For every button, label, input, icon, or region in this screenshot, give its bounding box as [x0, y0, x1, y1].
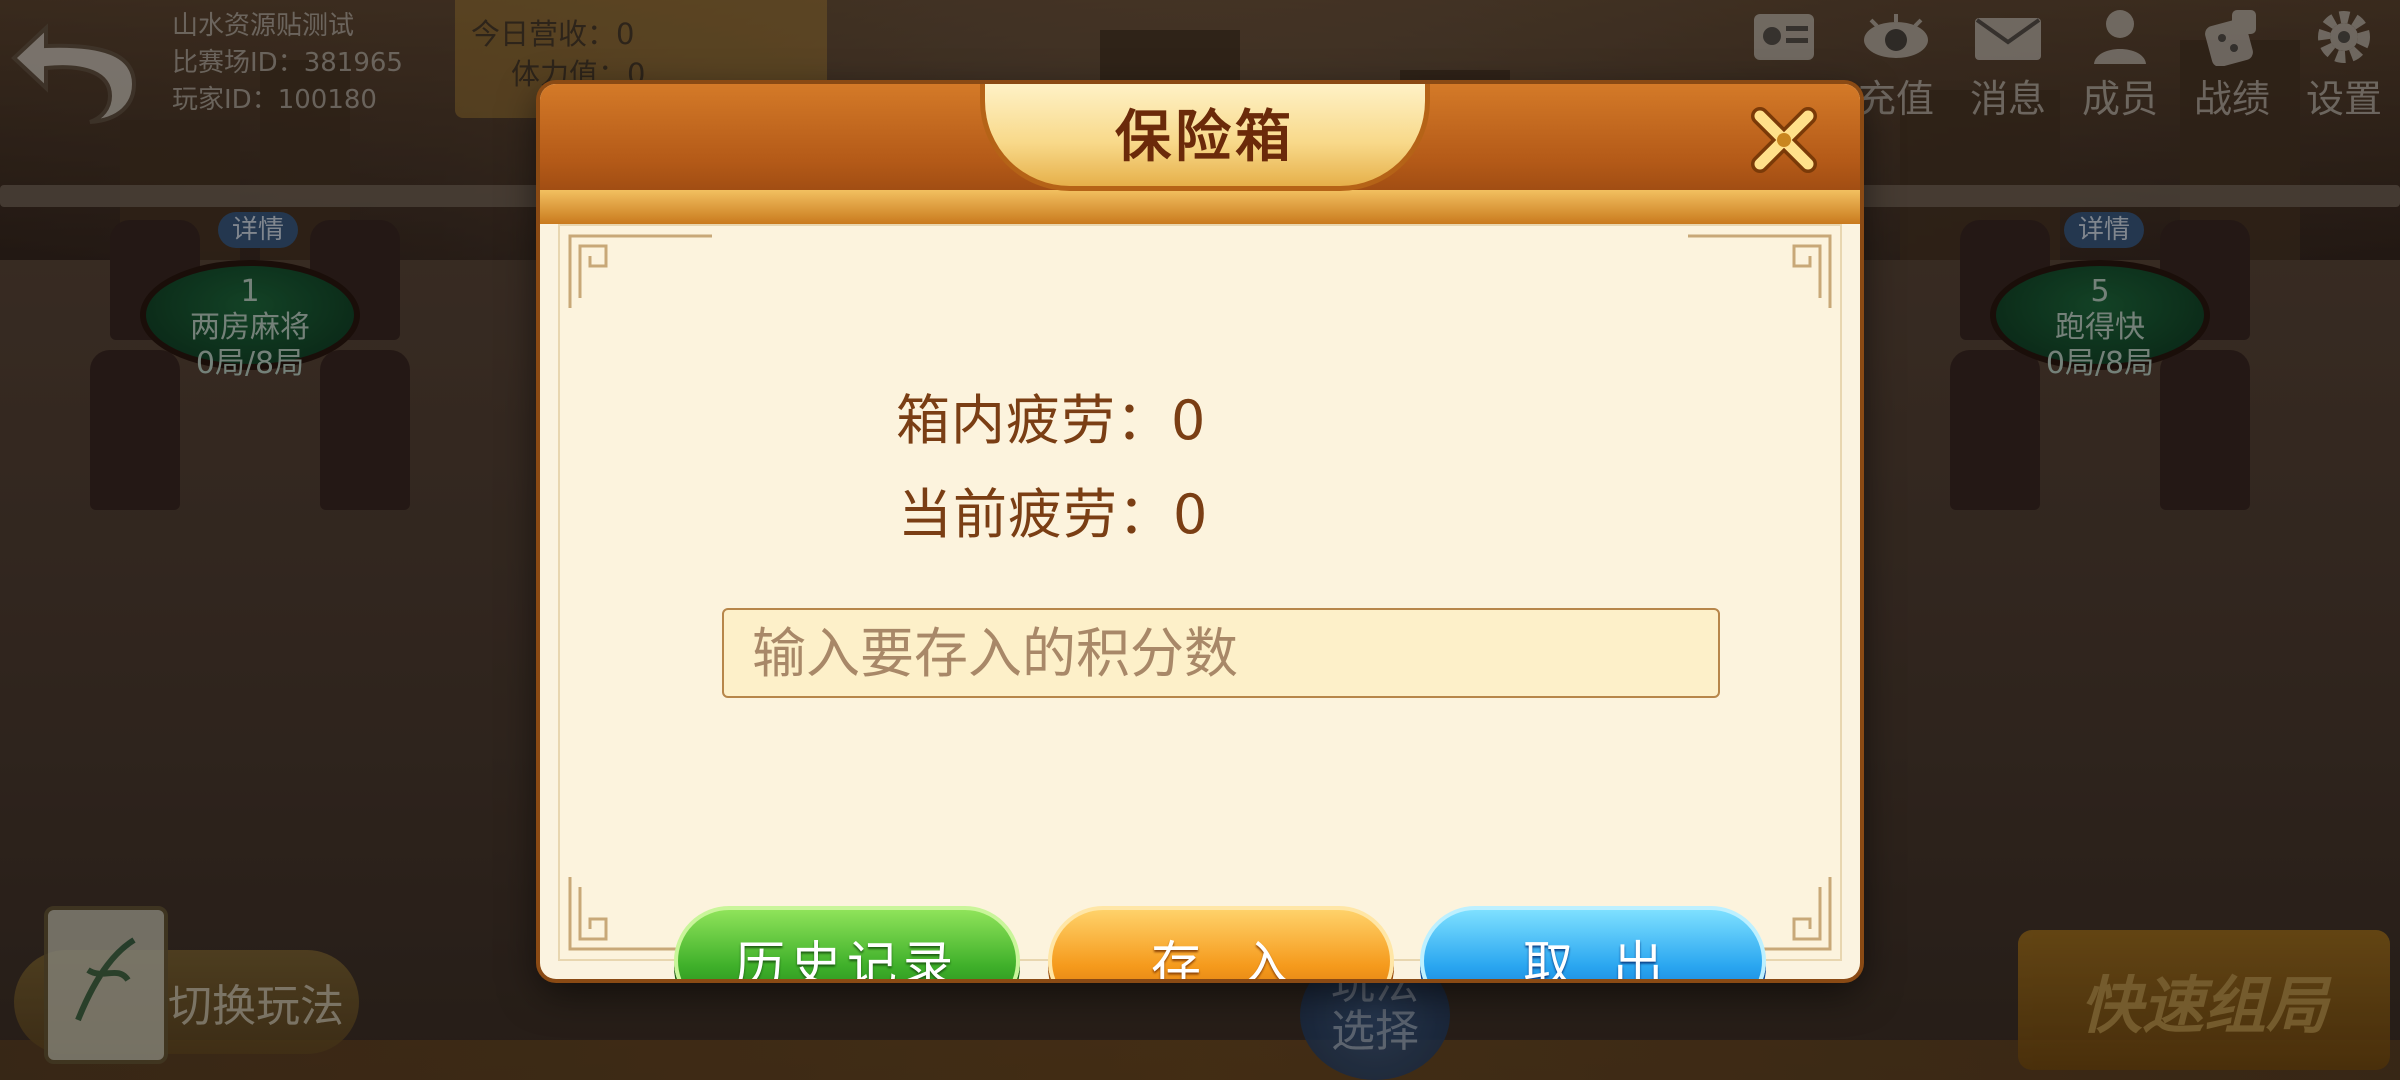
dialog-body: 箱内疲劳：0 当前疲劳：0 历史记录 存入 取出	[558, 224, 1842, 979]
score-input[interactable]	[722, 608, 1720, 698]
corner-ornament	[568, 234, 712, 308]
dialog-title: 保险箱	[1115, 104, 1295, 170]
current-fatigue-label: 当前疲劳：0	[898, 483, 1209, 546]
withdraw-button[interactable]: 取出	[1420, 906, 1766, 979]
box-fatigue-label: 箱内疲劳：0	[896, 389, 1207, 452]
header-stripe	[540, 190, 1860, 224]
dialog-header: 保险箱	[540, 84, 1860, 224]
title-plate: 保险箱	[980, 84, 1430, 191]
deposit-button[interactable]: 存入	[1048, 906, 1394, 979]
corner-ornament	[1688, 234, 1832, 308]
safe-box-dialog: 保险箱 箱内疲劳：0 当前疲劳：0 历史记录 存	[540, 84, 1860, 979]
history-button[interactable]: 历史记录	[674, 906, 1020, 979]
close-icon[interactable]	[1748, 104, 1820, 176]
